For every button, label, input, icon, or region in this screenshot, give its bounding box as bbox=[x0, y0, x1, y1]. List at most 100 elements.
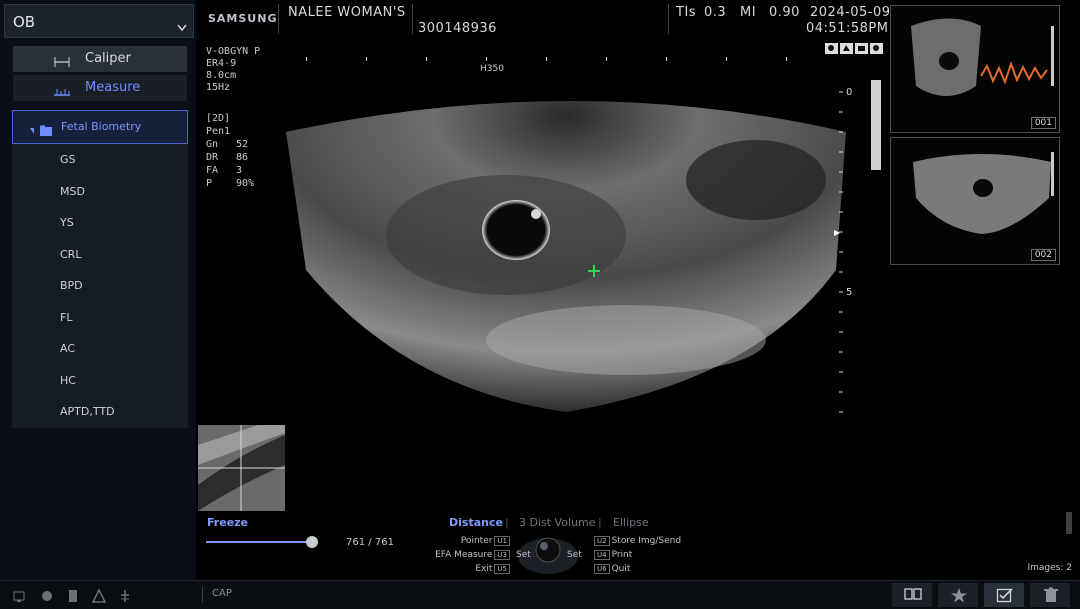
caliper-label: Caliper bbox=[85, 51, 131, 66]
cine-slider-thumb[interactable] bbox=[306, 536, 318, 548]
patient-id: 300148936 bbox=[418, 21, 497, 36]
exam-date: 2024-05-09 bbox=[810, 5, 891, 20]
yolk-sac bbox=[531, 209, 541, 219]
warning-icon[interactable] bbox=[91, 588, 107, 607]
exam-mode-select[interactable]: OB bbox=[4, 4, 194, 38]
bright-region bbox=[486, 305, 766, 375]
list-item-msd[interactable]: MSD bbox=[60, 185, 85, 198]
key-store-img-send[interactable]: U2 Store Img/Send bbox=[592, 536, 681, 546]
key-tag: U2 bbox=[594, 536, 610, 546]
key-print[interactable]: U4 Print bbox=[592, 550, 632, 560]
cine-slider[interactable] bbox=[206, 536, 318, 548]
checkbox-icon bbox=[996, 588, 1013, 603]
caliper-icon bbox=[53, 53, 71, 72]
measure-label: Measure bbox=[85, 80, 141, 95]
network-icon[interactable] bbox=[12, 588, 26, 607]
key-pointer[interactable]: Pointer U1 bbox=[440, 536, 512, 546]
key-tag: U6 bbox=[594, 564, 610, 574]
header-divider bbox=[668, 4, 669, 34]
thumbnail-number: 002 bbox=[1030, 249, 1056, 261]
chevron-down-icon bbox=[177, 17, 187, 36]
probe-footprint bbox=[526, 64, 606, 82]
mi-label: MI bbox=[740, 5, 757, 20]
scrollbar[interactable] bbox=[1066, 512, 1072, 534]
status-bar: CAP bbox=[0, 580, 1080, 609]
cine-separator: / bbox=[368, 537, 372, 548]
usb-icon[interactable] bbox=[118, 588, 132, 607]
list-item-aptd-ttd[interactable]: APTD,TTD bbox=[60, 405, 115, 418]
tis-value: 0.3 bbox=[704, 5, 727, 20]
list-item-ac[interactable]: AC bbox=[60, 342, 75, 355]
exam-mode-value: OB bbox=[13, 13, 36, 31]
cine-current: 761 bbox=[346, 537, 366, 548]
list-item-bpd[interactable]: BPD bbox=[60, 279, 83, 292]
header-divider bbox=[278, 4, 279, 34]
key-exit[interactable]: Exit U5 bbox=[440, 564, 512, 574]
list-item-crl[interactable]: CRL bbox=[60, 248, 81, 261]
trash-icon bbox=[1044, 587, 1058, 602]
folder-label: Fetal Biometry bbox=[61, 120, 142, 133]
folder-icon bbox=[29, 122, 55, 141]
trackball-left-label: Set bbox=[516, 550, 531, 560]
cine-total: 761 bbox=[374, 537, 394, 548]
tab-separator: | bbox=[505, 516, 509, 529]
cine-slider-fill bbox=[206, 541, 312, 543]
favorite-button[interactable] bbox=[938, 583, 978, 607]
lateral-ruler bbox=[306, 57, 787, 61]
measure-icon bbox=[53, 82, 71, 101]
tab-3-dist-volume[interactable]: 3 Dist Volume bbox=[519, 516, 595, 529]
thumbnail-number: 001 bbox=[1030, 117, 1056, 129]
mi-value: 0.90 bbox=[769, 5, 800, 20]
images-count: Images: 2 bbox=[1027, 563, 1073, 573]
key-label: EFA Measure bbox=[435, 550, 493, 560]
thumbnail-001[interactable]: 001 bbox=[890, 5, 1060, 133]
institution-name: NALEE WOMAN'S bbox=[288, 5, 406, 20]
tab-separator: | bbox=[598, 516, 602, 529]
key-label: Quit bbox=[611, 564, 631, 574]
dark-region bbox=[686, 140, 826, 220]
tab-ellipse[interactable]: Ellipse bbox=[613, 516, 649, 529]
checklist-button[interactable] bbox=[984, 583, 1024, 607]
key-quit[interactable]: U6 Quit bbox=[592, 564, 630, 574]
header-divider bbox=[412, 4, 413, 34]
dual-view-icon bbox=[904, 588, 922, 600]
tab-distance[interactable]: Distance bbox=[449, 516, 503, 529]
key-label: Exit bbox=[475, 564, 493, 574]
record-icon[interactable] bbox=[40, 588, 54, 607]
status-divider bbox=[202, 587, 203, 603]
list-item-gs[interactable]: GS bbox=[60, 153, 76, 166]
storage-icon[interactable] bbox=[66, 588, 80, 607]
delete-button[interactable] bbox=[1030, 583, 1070, 607]
top-marker: H350 bbox=[480, 64, 504, 74]
freeze-label: Freeze bbox=[207, 516, 249, 529]
gestational-sac bbox=[482, 200, 550, 260]
grayscale-bar bbox=[871, 80, 881, 170]
cap-label: CAP bbox=[212, 588, 232, 599]
depth-label-mid: 5 bbox=[846, 287, 852, 298]
ultrasound-image[interactable]: 0 5 bbox=[196, 40, 886, 480]
key-label: Pointer bbox=[460, 536, 493, 546]
star-icon bbox=[951, 588, 967, 603]
list-item-ys[interactable]: YS bbox=[60, 216, 74, 229]
key-tag: U3 bbox=[494, 550, 510, 560]
key-tag: U1 bbox=[494, 536, 510, 546]
key-tag: U5 bbox=[494, 564, 510, 574]
key-tag: U4 bbox=[594, 550, 610, 560]
key-label: Store Img/Send bbox=[611, 536, 682, 546]
brand-logo: SAMSUNG bbox=[208, 12, 278, 25]
thumbnail-image bbox=[911, 18, 1054, 96]
caliper-button[interactable]: Caliper bbox=[13, 46, 187, 72]
key-efa-measure[interactable]: EFA Measure U3 bbox=[420, 550, 512, 560]
thumbnail-002[interactable]: 002 bbox=[890, 137, 1060, 265]
folder-fetal-biometry[interactable]: Fetal Biometry bbox=[12, 110, 188, 144]
list-item-hc[interactable]: HC bbox=[60, 374, 76, 387]
measurement-list: Fetal Biometry GS MSD YS CRL BPD FL AC H… bbox=[12, 110, 188, 428]
cine-counter: 761 / 761 bbox=[346, 537, 394, 548]
list-item-fl[interactable]: FL bbox=[60, 311, 72, 324]
tis-label: TIs bbox=[676, 5, 697, 20]
thumbnail-image bbox=[913, 152, 1054, 234]
dual-view-button[interactable] bbox=[892, 583, 932, 607]
measure-button[interactable]: Measure bbox=[13, 75, 187, 101]
trackball-right-label: Set bbox=[567, 550, 582, 560]
depth-label-top: 0 bbox=[846, 87, 852, 98]
